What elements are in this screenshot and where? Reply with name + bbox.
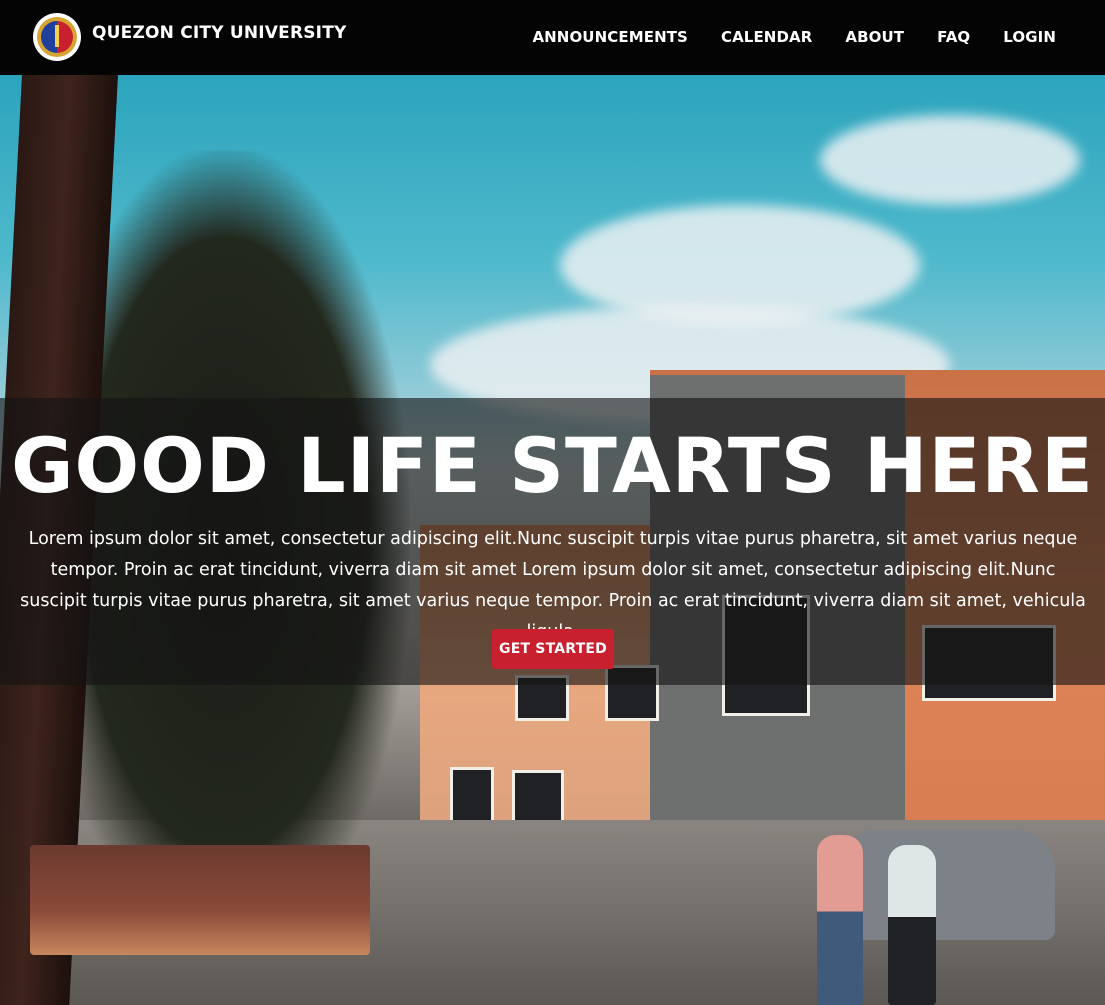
main-nav: ANNOUNCEMENTS CALENDAR ABOUT FAQ LOGIN — [499, 28, 1056, 46]
brick-planter — [30, 845, 370, 955]
nav-link-calendar[interactable]: CALENDAR — [721, 28, 812, 46]
brand-name[interactable]: QUEZON CITY UNIVERSITY — [92, 23, 347, 43]
nav-link-announcements[interactable]: ANNOUNCEMENTS — [532, 28, 688, 46]
walking-person — [888, 845, 936, 1005]
cloud-shape — [820, 115, 1080, 205]
parked-car — [845, 830, 1055, 940]
walking-person — [817, 835, 863, 1005]
nav-link-faq[interactable]: FAQ — [937, 28, 970, 46]
nav-link-login[interactable]: LOGIN — [1003, 28, 1056, 46]
hero-headline: GOOD LIFE STARTS HERE — [11, 421, 1094, 510]
nav-link-about[interactable]: ABOUT — [845, 28, 904, 46]
university-seal-icon[interactable] — [33, 13, 81, 61]
navbar: QUEZON CITY UNIVERSITY ANNOUNCEMENTS CAL… — [0, 0, 1105, 75]
brand[interactable]: QUEZON CITY UNIVERSITY — [33, 12, 347, 62]
get-started-button[interactable]: GET STARTED — [492, 629, 614, 669]
hero-overlay-band: GOOD LIFE STARTS HERE Lorem ipsum dolor … — [0, 398, 1105, 685]
